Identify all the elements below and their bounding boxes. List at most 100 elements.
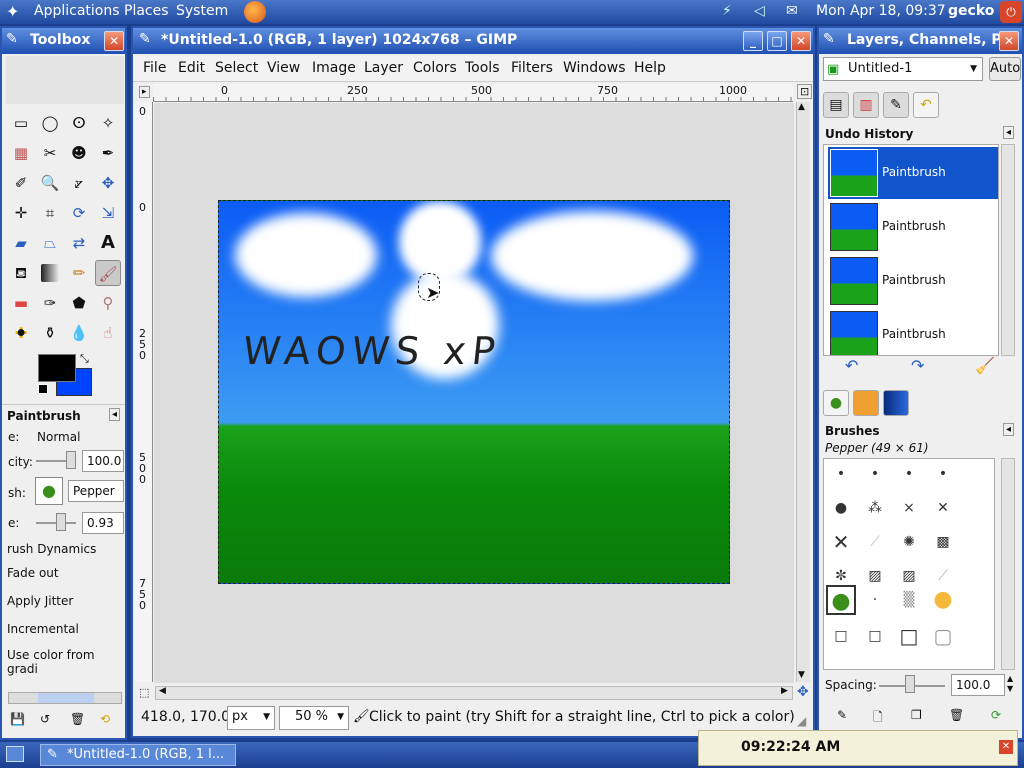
undo-button-icon[interactable]: ↶ — [845, 356, 858, 375]
incremental-option[interactable]: Incremental — [7, 622, 79, 636]
zoom-icon[interactable]: 🔍 — [37, 170, 63, 196]
menu-applications[interactable]: Applications — [34, 3, 120, 19]
clock-popup-close-icon[interactable]: ✕ — [999, 740, 1013, 754]
minimize-button[interactable]: _ — [743, 31, 763, 51]
text-tool-icon[interactable]: A — [95, 230, 121, 256]
undo-item[interactable]: Paintbrush — [828, 255, 998, 307]
shear-icon[interactable]: ▰ — [8, 230, 34, 256]
menu-image[interactable]: Image — [312, 60, 356, 76]
menu-colors[interactable]: Colors — [413, 60, 457, 76]
power-icon[interactable]: ⏻ — [1000, 1, 1022, 23]
image-titlebar[interactable]: ✎ *Untitled-1.0 (RGB, 1 layer) 1024x768 … — [133, 28, 813, 54]
menu-file[interactable]: File — [143, 60, 166, 76]
clone-icon[interactable]: ⚲ — [95, 290, 121, 316]
menu-windows[interactable]: Windows — [563, 60, 626, 76]
navigate-icon[interactable]: ⊡ — [797, 84, 813, 99]
options-menu-icon[interactable]: ◂ — [109, 408, 121, 421]
menu-layer[interactable]: Layer — [364, 60, 403, 76]
undo-item[interactable]: Paintbrush — [828, 309, 998, 355]
volume-icon[interactable]: ◁ — [754, 3, 765, 19]
canvas-vscrollbar[interactable] — [796, 102, 810, 682]
brush-item[interactable]: × — [894, 493, 924, 523]
undo-item-selected[interactable]: Paintbrush — [828, 147, 998, 199]
menu-places[interactable]: Places — [124, 3, 169, 19]
resize-grip-icon[interactable]: ◢ — [797, 714, 806, 728]
navigation-move-icon[interactable]: ✥ — [797, 684, 809, 700]
move-icon[interactable]: ✥ — [95, 170, 121, 196]
options-hscrollbar-thumb[interactable] — [38, 693, 94, 703]
brush-item[interactable]: • — [860, 459, 890, 489]
brush-item[interactable]: · — [860, 585, 890, 615]
opacity-slider-handle[interactable] — [66, 451, 76, 469]
swap-colors-icon[interactable]: ⤡ — [80, 352, 89, 366]
undo-item[interactable]: Paintbrush — [828, 201, 998, 253]
opacity-field[interactable]: 100.0 — [82, 450, 124, 472]
free-select-icon[interactable]: ⵙ — [66, 110, 92, 136]
ink-icon[interactable]: ⬟ — [66, 290, 92, 316]
perspective-icon[interactable]: ⏢ — [37, 230, 63, 256]
menu-view[interactable]: View — [267, 60, 300, 76]
clear-undo-icon[interactable]: 🧹 — [975, 356, 995, 375]
tab-brushes-icon[interactable]: ● — [823, 390, 849, 416]
tab-gradients-icon[interactable] — [883, 390, 909, 416]
undo-vscrollbar[interactable] — [1001, 144, 1015, 356]
delete-options-icon[interactable]: 🗑 — [70, 712, 85, 726]
default-colors-icon[interactable] — [38, 384, 48, 394]
foreground-select-icon[interactable]: ☻ — [66, 140, 92, 166]
menu-select[interactable]: Select — [215, 60, 258, 76]
tab-channels-icon[interactable]: ▥ — [853, 92, 879, 118]
image-menu-arrow-icon[interactable]: ▸ — [139, 86, 150, 98]
brush-item[interactable]: ✺ — [894, 527, 924, 557]
vertical-ruler[interactable]: 0 0 2 5 0 5 0 0 7 5 0 — [135, 102, 153, 682]
brush-item[interactable]: • — [928, 459, 958, 489]
toolbox-titlebar[interactable]: ✎ Toolbox ✕ — [2, 28, 125, 54]
rect-select-icon[interactable]: ▭ — [8, 110, 34, 136]
scale-icon[interactable]: ⇲ — [95, 200, 121, 226]
rotate-icon[interactable]: ⟳ — [66, 200, 92, 226]
use-color-gradient-option[interactable]: Use color from gradi — [7, 648, 125, 676]
unit-select[interactable]: px ▼ — [227, 706, 275, 730]
fg-color-swatch[interactable] — [38, 354, 76, 382]
menu-tools[interactable]: Tools — [465, 60, 500, 76]
brush-item[interactable]: ▒ — [894, 585, 924, 615]
restore-options-icon[interactable]: ↺ — [40, 712, 50, 726]
undo-menu-icon[interactable]: ◂ — [1003, 126, 1015, 139]
save-options-icon[interactable]: 💾 — [10, 712, 25, 726]
canvas-area[interactable]: WAOWS xP ➤ — [154, 103, 794, 683]
brush-item[interactable]: • — [894, 459, 924, 489]
firefox-icon[interactable] — [244, 1, 266, 23]
canvas-hscrollbar[interactable] — [155, 686, 793, 700]
menu-filters[interactable]: Filters — [511, 60, 553, 76]
wilber-drop-area[interactable] — [6, 56, 124, 104]
hscroll-left-icon[interactable]: ◀ — [159, 686, 166, 696]
brush-item[interactable]: ▢ — [928, 621, 958, 651]
brush-item[interactable]: ⁂ — [860, 493, 890, 523]
edit-brush-icon[interactable]: ✎ — [837, 708, 847, 722]
apply-jitter-option[interactable]: Apply Jitter — [7, 594, 73, 608]
brush-preview-icon[interactable]: ● — [35, 477, 63, 505]
tab-undo-icon[interactable]: ↶ — [913, 92, 939, 118]
brushes-vscrollbar[interactable] — [1001, 458, 1015, 670]
blend-icon[interactable] — [41, 264, 59, 282]
dodge-burn-icon[interactable]: ⚫ — [8, 320, 34, 346]
scale-slider-handle[interactable] — [56, 513, 66, 531]
auto-button[interactable]: Auto — [989, 57, 1021, 81]
bucket-fill-icon[interactable]: ⛾ — [8, 260, 34, 286]
toolbox-close-button[interactable]: ✕ — [104, 31, 124, 51]
brushes-menu-icon[interactable]: ◂ — [1003, 423, 1015, 436]
spacing-spin-icon[interactable]: ▲ ▼ — [1007, 674, 1013, 694]
show-desktop-icon[interactable] — [6, 746, 24, 762]
dock-titlebar[interactable]: ✎ Layers, Channels, P ✕ — [819, 28, 1022, 54]
paths-icon[interactable]: ✒ — [95, 140, 121, 166]
menu-help[interactable]: Help — [634, 60, 666, 76]
mail-icon[interactable]: ✉ — [786, 3, 798, 19]
image-select[interactable]: ▣ Untitled-1 ▼ — [823, 57, 983, 81]
zoom-select[interactable]: 50 % ▼ — [279, 706, 349, 730]
crop-icon[interactable]: ⌗ — [37, 200, 63, 226]
brush-item[interactable]: ✕ — [928, 493, 958, 523]
menu-edit[interactable]: Edit — [178, 60, 205, 76]
menu-system[interactable]: System — [176, 3, 228, 19]
color-picker-icon[interactable]: ✐ — [8, 170, 34, 196]
brush-name-field[interactable]: Pepper — [68, 480, 124, 502]
ellipse-select-icon[interactable]: ◯ — [37, 110, 63, 136]
